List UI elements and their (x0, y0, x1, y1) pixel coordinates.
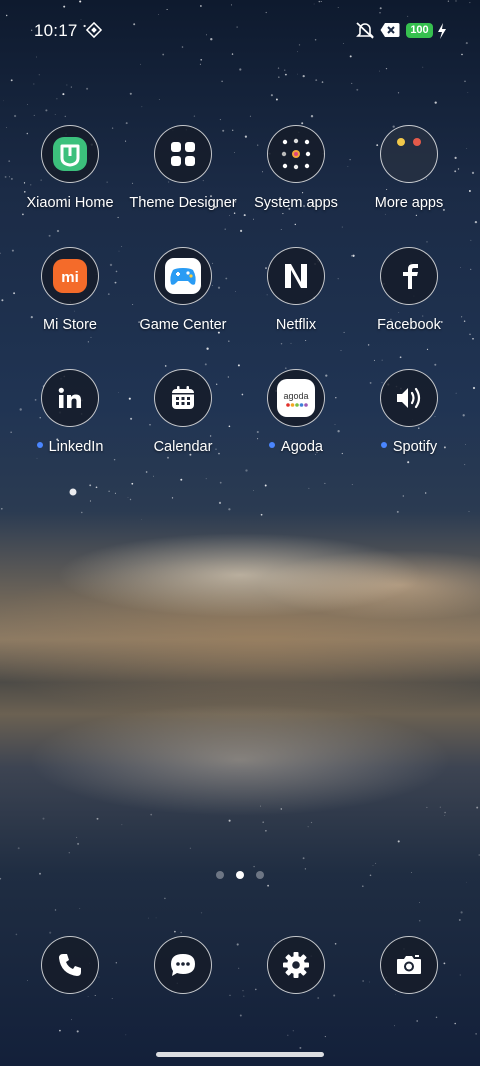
dock-camera[interactable] (380, 936, 438, 994)
close-box-icon (380, 23, 400, 37)
gamepad-icon (154, 247, 212, 305)
battery-level: 100 (406, 23, 433, 38)
app-game-center[interactable]: Game Center (127, 247, 239, 333)
settings-icon (283, 952, 309, 978)
app-facebook[interactable]: Facebook (353, 247, 465, 333)
mute-icon (356, 22, 374, 39)
app-label: Agoda (240, 439, 352, 455)
status-bar: 10:17 100 (0, 0, 480, 60)
agoda-icon: agoda (267, 369, 325, 427)
speaker-icon (380, 369, 438, 427)
home-indicator[interactable] (156, 1052, 324, 1057)
status-time: 10:17 (34, 21, 78, 40)
app-label: Theme Designer (129, 195, 237, 211)
mi-store-mark: mi (61, 269, 79, 286)
app-netflix[interactable]: Netflix (240, 247, 352, 333)
app-label: Mi Store (43, 317, 97, 333)
app-calendar[interactable]: Calendar (127, 369, 239, 455)
folder-more-apps[interactable]: More apps (353, 125, 465, 211)
grid-icon (154, 125, 212, 183)
app-mi-store[interactable]: mi Mi Store (14, 247, 126, 333)
folder-icon (267, 125, 325, 183)
facebook-icon (380, 247, 438, 305)
app-label: Facebook (377, 317, 441, 333)
folder-icon (380, 125, 438, 183)
app-label: Xiaomi Home (26, 195, 114, 211)
app-label: Netflix (275, 317, 317, 333)
vpn-icon (86, 22, 102, 38)
camera-icon (397, 955, 421, 974)
app-theme-designer[interactable]: Theme Designer (127, 125, 239, 211)
netflix-icon (267, 247, 325, 305)
linkedin-icon (41, 369, 99, 427)
phone-icon (59, 954, 81, 976)
app-label: LinkedIn (14, 439, 126, 455)
app-label-text: Spotify (392, 439, 438, 455)
app-label: Game Center (139, 317, 227, 333)
page-dot-active (236, 871, 244, 879)
calendar-icon (154, 369, 212, 427)
dock-phone[interactable] (41, 936, 99, 994)
folder-system-apps[interactable]: System apps (240, 125, 352, 211)
xiaomi-home-icon (41, 125, 99, 183)
notification-dot (380, 442, 387, 449)
page-indicator[interactable] (0, 866, 480, 884)
page-dot (216, 871, 224, 879)
agoda-wordmark: agoda (283, 391, 308, 401)
page-dot (256, 871, 264, 879)
app-linkedin[interactable]: LinkedIn (14, 369, 126, 455)
dock-messages[interactable] (154, 936, 212, 994)
app-label: Calendar (153, 439, 213, 455)
app-agoda[interactable]: agoda Agoda (240, 369, 352, 455)
app-xiaomi-home[interactable]: Xiaomi Home (14, 125, 126, 211)
app-label-text: Agoda (281, 439, 323, 455)
mi-store-icon: mi (41, 247, 99, 305)
app-spotify[interactable]: Spotify (353, 369, 465, 455)
app-label: More apps (374, 195, 444, 211)
app-label: System apps (254, 195, 338, 211)
notification-dot (36, 442, 43, 449)
app-label-text: LinkedIn (48, 439, 104, 455)
messages-icon (171, 954, 195, 976)
charging-icon (438, 23, 446, 39)
app-label: Spotify (353, 439, 465, 455)
dock-settings[interactable] (267, 936, 325, 994)
notification-dot (269, 442, 276, 449)
